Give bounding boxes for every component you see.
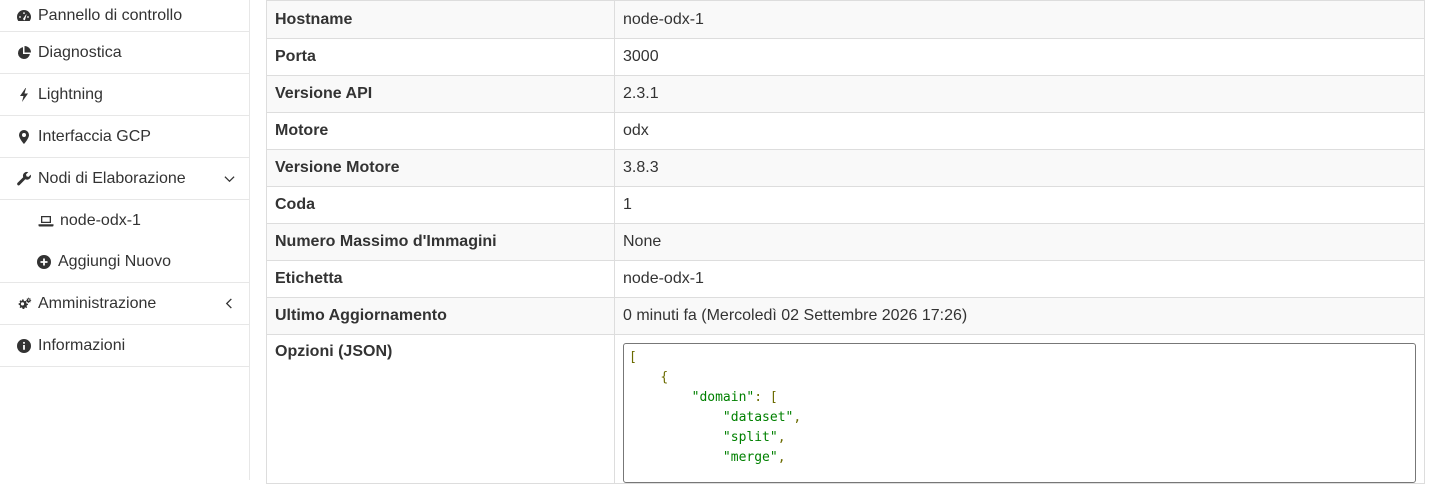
row-value: 3000 [614, 38, 1425, 76]
json-line: "dataset", [722, 410, 802, 425]
sidebar-item-label: Diagnostica [38, 43, 122, 61]
sidebar-item-label: Informazioni [38, 336, 126, 354]
row-value: odx [614, 112, 1425, 150]
json-line: [ [629, 350, 637, 365]
row-key: Versione Motore [266, 149, 615, 187]
options-json-viewer[interactable]: [ { "domain": [ "dataset", "split", "mer… [623, 343, 1416, 483]
sidebar-item-label: Lightning [38, 85, 103, 103]
table-row: Versione API 2.3.1 [266, 75, 1425, 113]
row-value: 1 [614, 186, 1425, 224]
sidebar-subitem-node[interactable]: node-odx-1 [0, 200, 249, 241]
chevron-left-icon[interactable] [223, 298, 235, 310]
row-key: Porta [266, 38, 615, 76]
sidebar-item-label: Pannello di controllo [38, 6, 183, 24]
table-row: Versione Motore 3.8.3 [266, 149, 1425, 187]
row-key: Numero Massimo d'Immagini [266, 223, 615, 261]
map-marker-icon [16, 129, 32, 145]
sidebar-item-label: Interfaccia GCP [38, 127, 151, 145]
row-value: [ { "domain": [ "dataset", "split", "mer… [614, 334, 1425, 484]
sidebar: Pannello di controllo Diagnostica Lightn… [0, 0, 250, 480]
json-line: "domain": [ [691, 390, 778, 405]
sidebar-subitem-add-new[interactable]: Aggiungi Nuovo [0, 241, 249, 282]
table-row: Coda 1 [266, 186, 1425, 224]
json-line: "merge", [722, 450, 786, 465]
row-value: node-odx-1 [614, 260, 1425, 298]
chevron-down-icon[interactable] [223, 173, 235, 185]
sidebar-item-label: Aggiungi Nuovo [58, 252, 171, 270]
row-value: None [614, 223, 1425, 261]
row-key: Coda [266, 186, 615, 224]
row-key: Opzioni (JSON) [266, 334, 615, 484]
row-key: Motore [266, 112, 615, 150]
table-row: Porta 3000 [266, 38, 1425, 76]
bolt-icon [16, 87, 32, 103]
sidebar-item-administration[interactable]: Amministrazione [0, 283, 249, 325]
wrench-icon [16, 171, 32, 187]
sidebar-item-label: node-odx-1 [60, 211, 141, 229]
info-circle-icon [16, 338, 32, 354]
table-row: Ultimo Aggiornamento 0 minuti fa (Mercol… [266, 297, 1425, 335]
gears-icon [16, 296, 32, 312]
sidebar-item-label: Amministrazione [38, 294, 157, 312]
row-key: Versione API [266, 75, 615, 113]
processing-nodes-group: Nodi di Elaborazione node-odx-1 Aggiungi… [0, 158, 249, 283]
row-value: 3.8.3 [614, 149, 1425, 187]
row-value: node-odx-1 [614, 0, 1425, 39]
sidebar-item-diagnostics[interactable]: Diagnostica [0, 32, 249, 74]
json-line: "split", [722, 430, 786, 445]
table-row: Etichetta node-odx-1 [266, 260, 1425, 298]
row-key: Hostname [266, 0, 615, 39]
sidebar-item-dashboard[interactable]: Pannello di controllo [0, 0, 249, 32]
laptop-icon [38, 213, 54, 229]
sidebar-item-processing-nodes[interactable]: Nodi di Elaborazione [0, 158, 249, 200]
sidebar-item-label: Nodi di Elaborazione [38, 169, 186, 187]
sidebar-item-about[interactable]: Informazioni [0, 325, 249, 367]
sidebar-item-gcp[interactable]: Interfaccia GCP [0, 116, 249, 158]
plus-circle-icon [36, 254, 52, 270]
table-row-options: Opzioni (JSON) [ { "domain": [ "dataset"… [266, 334, 1425, 484]
sidebar-item-lightning[interactable]: Lightning [0, 74, 249, 116]
row-value: 0 minuti fa (Mercoledì 02 Settembre 2026… [614, 297, 1425, 335]
json-line: { [660, 370, 669, 385]
pie-chart-icon [16, 45, 32, 61]
table-row: Motore odx [266, 112, 1425, 150]
row-value: 2.3.1 [614, 75, 1425, 113]
row-key: Ultimo Aggiornamento [266, 297, 615, 335]
dashboard-icon [16, 8, 32, 24]
row-key: Etichetta [266, 260, 615, 298]
node-info-panel: Hostname node-odx-1 Porta 3000 Versione … [266, 0, 1425, 484]
table-row: Hostname node-odx-1 [266, 0, 1425, 39]
node-info-table: Hostname node-odx-1 Porta 3000 Versione … [266, 0, 1425, 484]
table-row: Numero Massimo d'Immagini None [266, 223, 1425, 261]
